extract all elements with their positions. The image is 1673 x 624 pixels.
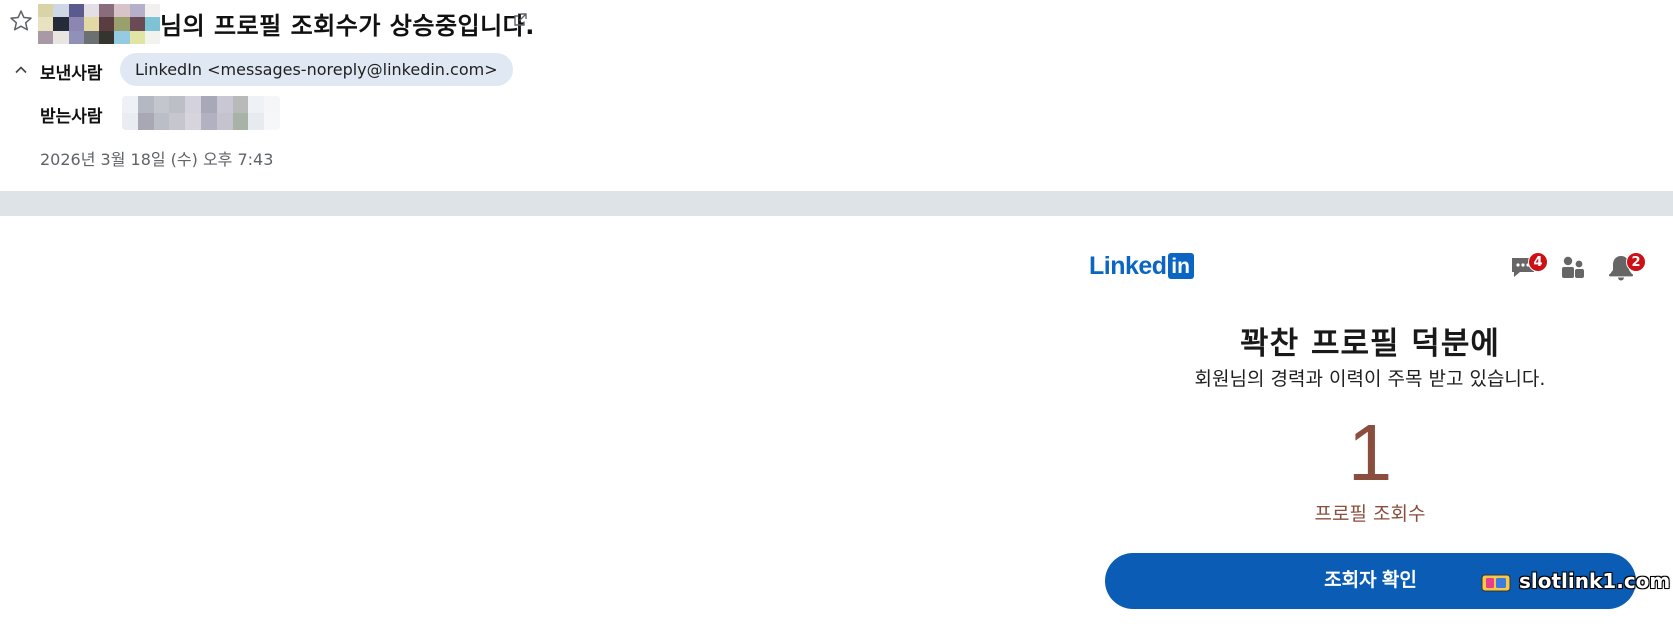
people-icon[interactable]: [1558, 253, 1588, 281]
linkedin-logo[interactable]: Linked in: [1089, 252, 1194, 280]
star-icon[interactable]: [8, 8, 34, 34]
to-label: 받는사람: [40, 107, 103, 127]
from-label: 보낸사람: [40, 64, 103, 84]
profile-view-label: 프로필 조회수: [1314, 503, 1426, 525]
subline: 회원님의 경력과 이력이 주목 받고 있습니다.: [1194, 368, 1546, 390]
watermark-text: slotlink1.com: [1519, 569, 1671, 593]
email-date: 2026년 3월 18일 (수) 오후 7:43: [40, 150, 274, 169]
logo-box: in: [1167, 253, 1194, 279]
redacted-recipient[interactable]: [122, 96, 280, 130]
redacted-name: [38, 4, 160, 44]
messages-badge: 4: [1528, 252, 1548, 272]
watermark-logo-icon: [1481, 574, 1511, 592]
logo-text: Linked: [1089, 251, 1167, 280]
email-subject: 님의 프로필 조회수가 상승중입니다.: [160, 12, 535, 40]
profile-view-count: 1: [1347, 408, 1393, 497]
headline: 꽉찬 프로필 덕분에: [1240, 326, 1500, 362]
sender-chip[interactable]: LinkedIn <messages-noreply@linkedin.com>: [120, 53, 513, 86]
chevron-up-icon[interactable]: [14, 63, 28, 77]
external-link-icon[interactable]: [512, 12, 528, 28]
header-divider: [0, 191, 1673, 216]
notifications-badge: 2: [1626, 252, 1646, 272]
